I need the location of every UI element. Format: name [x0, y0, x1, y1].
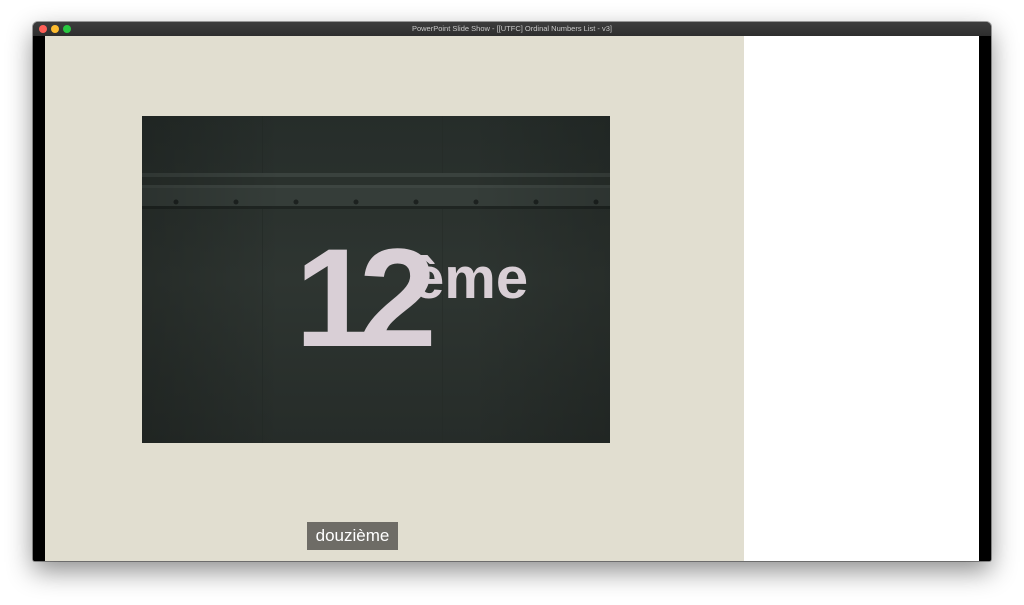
photo-suffix-text: ème — [412, 246, 528, 311]
window-title: PowerPoint Slide Show - [[UTFC] Ordinal … — [411, 24, 613, 33]
slide[interactable]: 12 ème douzième — [45, 36, 744, 561]
slide-caption: douzième — [307, 522, 398, 550]
slide-photo: 12 ème — [142, 116, 610, 443]
title-bar[interactable]: PowerPoint Slide Show - [[UTFC] Ordinal … — [33, 22, 991, 37]
side-panel — [744, 36, 979, 561]
slideshow-content[interactable]: 12 ème douzième — [33, 36, 991, 561]
slideshow-window: PowerPoint Slide Show - [[UTFC] Ordinal … — [33, 22, 991, 561]
